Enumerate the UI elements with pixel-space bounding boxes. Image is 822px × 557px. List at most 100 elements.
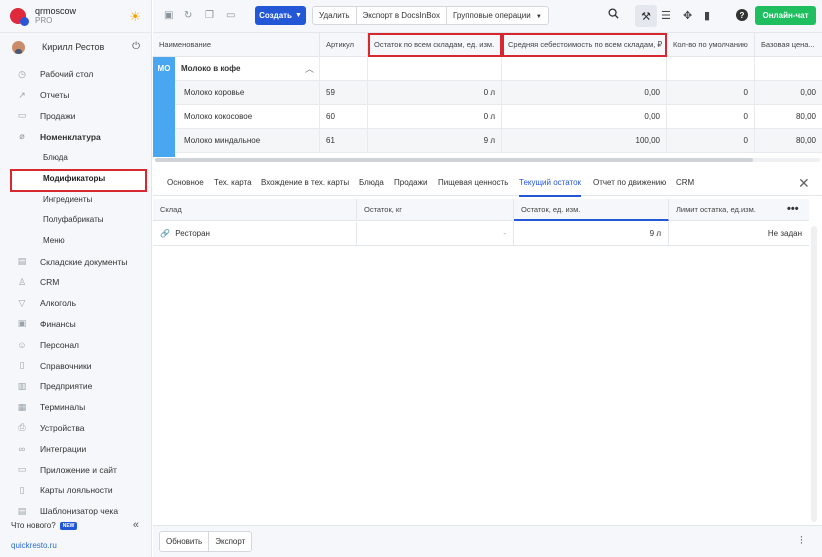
row-stock: 0 л [368, 81, 502, 105]
sidebar-item-terminals[interactable]: ▦ Терминалы [0, 397, 152, 418]
row-warehouse-label: Ресторан [175, 229, 210, 238]
table-row[interactable]: Молоко кокосовое 60 0 л 0,00 0 80,00 [175, 105, 822, 129]
sidebar-item-semifinished[interactable]: Полуфабрикаты [0, 210, 152, 231]
sidebar-item-crm[interactable]: ♙ CRM [0, 272, 152, 293]
tab-sales[interactable]: Продажи [394, 170, 427, 196]
tab-current-stock[interactable]: Текущий остаток [519, 170, 582, 197]
delete-button[interactable]: Удалить [313, 7, 357, 24]
row-default-qty: 0 [667, 81, 755, 105]
sidebar-item-staff[interactable]: ☺ Персонал [0, 334, 152, 355]
group-cell [502, 57, 667, 81]
sidebar-item-label: Предприятие [40, 381, 93, 392]
sidebar-item-references[interactable]: ▯ Справочники [0, 355, 152, 376]
user-block[interactable]: Кирилл Рестов ⏻ [0, 36, 152, 58]
vertical-scrollbar[interactable] [811, 226, 817, 522]
sidebar-item-modifiers[interactable]: Модификаторы [0, 168, 152, 192]
sidebar-item-ingredients[interactable]: Ингредиенты [0, 189, 152, 210]
help-icon[interactable]: ? [736, 9, 748, 21]
tools-icon[interactable]: ⚒ [635, 5, 657, 27]
row-name: Молоко кокосовое [175, 105, 320, 129]
refresh-icon[interactable]: ↻ [184, 10, 192, 21]
table-row[interactable]: Молоко коровье 59 0 л 0,00 0 0,00 [175, 81, 822, 105]
power-icon[interactable]: ⏻ [132, 41, 140, 52]
column-warehouse[interactable]: Склад [153, 199, 357, 221]
tab-tech-card-entries[interactable]: Вхождение в тех. карты [261, 170, 349, 196]
terminal-icon: ▦ [17, 401, 27, 412]
column-avg-cost[interactable]: Средняя себестоимость по всем складам, ₽ [502, 33, 667, 57]
sidebar-item-devices[interactable]: ⎙ Устройства [0, 418, 152, 439]
sidebar-item-label: Модификаторы [43, 173, 106, 183]
export-button[interactable]: Экспорт [209, 532, 251, 551]
column-article[interactable]: Артикул [320, 33, 368, 57]
sidebar-item-dashboard[interactable]: ◷ Рабочий стол [0, 64, 152, 85]
whats-new-label: Что нового? [11, 521, 56, 530]
save-icon[interactable]: ▣ [164, 10, 173, 21]
sidebar-item-nomenclature[interactable]: ⌀ Номенклатура [0, 126, 152, 147]
sidebar-item-loyalty-cards[interactable]: ▯ Карты лояльности [0, 480, 152, 501]
archive-icon[interactable]: ▭ [226, 10, 235, 21]
whats-new-link[interactable]: Что нового? NEW [11, 521, 78, 530]
tab-dishes[interactable]: Блюда [359, 170, 384, 196]
row-base-price: 0,00 [800, 88, 816, 97]
move-icon[interactable]: ✥ [683, 9, 692, 22]
search-icon[interactable] [608, 8, 619, 19]
sidebar-item-integrations[interactable]: ∞ Интеграции [0, 438, 152, 459]
column-base-price[interactable]: Базовая цена... [755, 33, 822, 57]
sidebar-item-app-site[interactable]: ▭ Приложение и сайт [0, 459, 152, 480]
collapse-sidebar-icon[interactable]: « [133, 519, 139, 531]
sidebar-item-alcohol[interactable]: ▽ Алкоголь [0, 293, 152, 314]
column-stock-kg[interactable]: Остаток, кг [357, 199, 514, 221]
column-stock-unit[interactable]: Остаток, ед. изм. [514, 199, 669, 221]
footer-actions: Обновить Экспорт [159, 531, 253, 552]
cart-icon: ▭ [17, 110, 27, 121]
create-button[interactable]: Создать ▼ [255, 6, 306, 25]
row-avg-cost: 0,00 [502, 81, 667, 105]
brand-block[interactable]: qrmoscow PRO ☀ [0, 0, 152, 33]
sidebar-item-enterprise[interactable]: ▥ Предприятие [0, 376, 152, 397]
column-name[interactable]: Наименование [153, 33, 320, 57]
sliders-icon[interactable]: ⫶ [800, 535, 803, 548]
group-row[interactable]: Молоко в кофе ︿ [175, 57, 822, 81]
link-icon[interactable]: 🔗 [160, 229, 170, 238]
sidebar-item-menu[interactable]: Меню [0, 230, 152, 251]
table-row[interactable]: Молоко миндальное 61 9 л 100,00 0 80,00 [175, 129, 822, 153]
tab-movement-report[interactable]: Отчет по движению [593, 170, 666, 196]
new-badge: NEW [59, 521, 78, 530]
copy-icon[interactable]: ❐ [205, 10, 214, 21]
sidebar-item-label: Приложение и сайт [40, 464, 117, 475]
sidebar-item-finance[interactable]: ▣ Финансы [0, 314, 152, 335]
app-icon: ▭ [17, 464, 27, 475]
online-chat-button[interactable]: Онлайн-чат [755, 6, 816, 25]
sidebar-item-sales[interactable]: ▭ Продажи [0, 106, 152, 127]
column-default-qty[interactable]: Кол-во по умолчанию [667, 33, 755, 57]
tab-tech-card[interactable]: Тех. карта [214, 170, 252, 196]
list-view-icon[interactable]: ☰ [661, 9, 671, 22]
tab-main[interactable]: Основное [167, 170, 204, 196]
trash-icon[interactable]: ▮ [704, 9, 710, 22]
sun-icon[interactable]: ☀ [129, 9, 141, 25]
sidebar-item-dishes[interactable]: Блюда [0, 147, 152, 168]
group-cell [667, 57, 755, 81]
column-stock-all[interactable]: Остаток по всем складам, ед. изм. [368, 33, 502, 57]
row-avg-cost: 100,00 [502, 129, 667, 153]
export-docsinbox-button[interactable]: Экспорт в DocsInBox [357, 7, 447, 24]
more-icon[interactable]: ••• [787, 199, 799, 219]
close-icon[interactable]: ✕ [798, 175, 810, 192]
sidebar-item-reports[interactable]: ↗ Отчеты [0, 85, 152, 106]
tab-nutrition[interactable]: Пищевая ценность [438, 170, 508, 196]
sidebar-item-label: Меню [43, 236, 65, 246]
horizontal-scrollbar-thumb[interactable] [155, 158, 753, 162]
site-link[interactable]: quickresto.ru [11, 541, 57, 550]
group-operations-dropdown[interactable]: Групповые операции ▼ [447, 7, 548, 24]
sidebar-item-label: Терминалы [40, 402, 86, 413]
sidebar-item-warehouse-docs[interactable]: ▤ Складские документы [0, 251, 152, 272]
toolbar: ▣ ↻ ❐ ▭ Создать ▼ Удалить Экспорт в Docs… [153, 0, 822, 33]
chevron-up-icon[interactable]: ︿ [305, 57, 314, 81]
create-button-label: Создать [259, 11, 292, 20]
group-cell [320, 57, 368, 81]
refresh-button[interactable]: Обновить [160, 532, 210, 551]
sidebar-item-receipt-templates[interactable]: ▤ Шаблонизатор чека [0, 501, 152, 522]
table-row[interactable]: 🔗 Ресторан - 9 л Не задан [153, 222, 809, 246]
integration-icon: ∞ [18, 443, 26, 454]
tab-crm[interactable]: CRM [676, 170, 694, 196]
